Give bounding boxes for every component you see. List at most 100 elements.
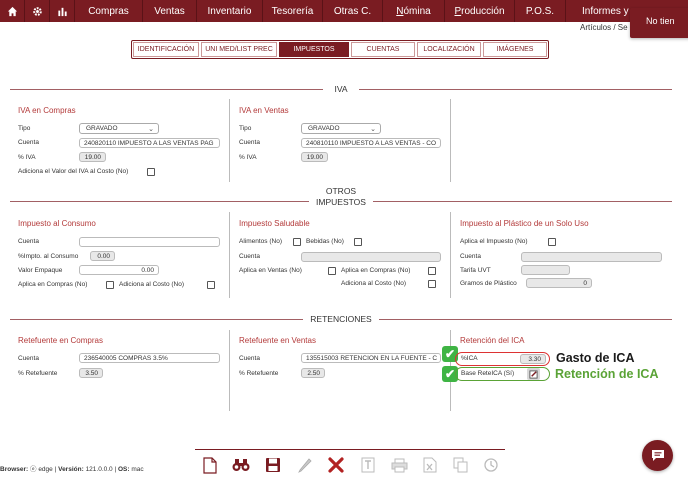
saludable-adiciona-costo-checkbox[interactable]: [428, 280, 436, 288]
text-button[interactable]: [359, 456, 377, 474]
top-navbar: Compras Ventas Inventario Tesorería Otra…: [0, 0, 688, 22]
consumo-aplica-compras-checkbox[interactable]: [106, 281, 114, 289]
nav-tesoreria[interactable]: Tesorería: [263, 0, 323, 22]
iva-column-divider-2: [450, 99, 451, 182]
consumo-adiciona-costo-checkbox[interactable]: [207, 281, 215, 289]
nav-otras-c[interactable]: Otras C.: [323, 0, 383, 22]
retefuente-compras-cuenta-label: Cuenta: [18, 355, 39, 362]
consumo-pimpto-field[interactable]: 0.00: [90, 251, 115, 261]
tab-uni-med-list-prec[interactable]: UNI MED/LIST PREC: [201, 42, 277, 57]
retefuente-ventas-title: Retefuente en Ventas: [239, 336, 316, 345]
retefuente-compras-pret-label: % Retefuente: [18, 370, 58, 377]
retefuente-ventas-cuenta-field[interactable]: 135515003 RETENCION EN LA FUENTE - C: [301, 353, 441, 363]
nav-pos[interactable]: P.O.S.: [515, 0, 566, 22]
save-button[interactable]: [264, 456, 282, 474]
print-button[interactable]: [390, 456, 408, 474]
ica-pica-field[interactable]: 3.30: [520, 354, 546, 364]
saludable-aplica-ventas-checkbox[interactable]: [328, 267, 336, 275]
iva-ventas-cuenta-field[interactable]: 240810110 IMPUESTO A LAS VENTAS - CO: [301, 138, 441, 148]
plastico-gramos-label: Gramos de Plástico: [460, 280, 517, 287]
edit-icon: [298, 458, 312, 473]
consumo-pimpto-label: %Impto. al Consumo: [18, 253, 79, 260]
annotation-gasto-ica: Gasto de ICA: [556, 351, 635, 365]
annotation-retencion-ica: Retención de ICA: [555, 367, 659, 381]
nav-compras[interactable]: Compras: [75, 0, 143, 22]
iva-compras-adiciona-checkbox[interactable]: [147, 168, 155, 176]
otros-column-divider-1: [229, 212, 230, 298]
ica-title: Retención del ICA: [460, 336, 525, 345]
consumo-adiciona-costo-label: Adiciona al Costo (No): [119, 281, 185, 288]
saludable-title: Impuesto Saludable: [239, 219, 310, 228]
new-button[interactable]: [201, 456, 219, 474]
home-button[interactable]: [0, 0, 25, 22]
plastico-gramos-field[interactable]: 0: [526, 278, 592, 288]
section-otros-impuestos-title: OTROS IMPUESTOS: [309, 186, 373, 208]
iva-compras-tipo-select[interactable]: GRAVADO ⌄: [79, 123, 159, 134]
saludable-aplica-compras-checkbox[interactable]: [428, 267, 436, 275]
excel-icon: [423, 457, 437, 473]
nav-informes[interactable]: Informes y: [566, 0, 638, 22]
new-document-icon: [203, 456, 217, 474]
consumo-cuenta-label: Cuenta: [18, 238, 39, 245]
nav-inventario[interactable]: Inventario: [197, 0, 263, 22]
chat-button[interactable]: [642, 440, 673, 471]
iva-compras-piva-label: % IVA: [18, 154, 36, 161]
section-retenciones-title: RETENCIONES: [303, 314, 379, 324]
search-button[interactable]: [232, 456, 250, 474]
iva-compras-title: IVA en Compras: [18, 106, 76, 115]
section-iva-title: IVA: [323, 84, 359, 94]
plastico-tarifa-field[interactable]: [521, 265, 570, 275]
retefuente-compras-title: Retefuente en Compras: [18, 336, 103, 345]
consumo-cuenta-field[interactable]: [79, 237, 220, 247]
ret-column-divider-1: [229, 330, 230, 411]
history-button[interactable]: [482, 456, 500, 474]
delete-icon: [328, 457, 344, 473]
chevron-down-icon: ⌄: [370, 126, 376, 133]
saludable-alimentos-label: Alimentos (No): [239, 238, 282, 245]
edit-button[interactable]: [296, 456, 314, 474]
delete-button[interactable]: [327, 456, 345, 474]
retefuente-compras-cuenta-field[interactable]: 236540005 COMPRAS 3.5%: [79, 353, 220, 363]
excel-button[interactable]: [421, 456, 439, 474]
retefuente-compras-pret-field[interactable]: 3.50: [79, 368, 103, 378]
iva-ventas-tipo-select[interactable]: GRAVADO ⌄: [301, 123, 381, 134]
consumo-empaque-field[interactable]: 0.00: [79, 265, 159, 275]
saludable-alimentos-checkbox[interactable]: [293, 238, 301, 246]
nav-nomina[interactable]: Nómina: [383, 0, 445, 22]
iva-compras-cuenta-field[interactable]: 240820110 IMPUESTO A LAS VENTAS PAG: [79, 138, 220, 148]
iva-compras-adiciona-label: Adiciona el Valor del IVA al Costo (No): [18, 168, 129, 175]
saludable-bebidas-checkbox[interactable]: [354, 238, 362, 246]
copy-button[interactable]: [451, 456, 469, 474]
ica-pica-label: %ICA: [461, 355, 478, 362]
plastico-cuenta-field[interactable]: [521, 252, 662, 262]
history-icon: [484, 458, 498, 472]
iva-ventas-tipo-label: Tipo: [239, 125, 252, 132]
edge-icon: ⓔ: [30, 466, 37, 473]
saludable-cuenta-field[interactable]: [301, 252, 441, 262]
toolbar-divider: [195, 449, 505, 450]
notice-popup: No tien: [630, 8, 688, 38]
plastico-tarifa-label: Tarifa UVT: [460, 267, 491, 274]
iva-ventas-piva-field[interactable]: 19.00: [301, 152, 328, 162]
tab-localizacion[interactable]: LOCALIZACIÓN: [417, 42, 481, 57]
tab-imagenes[interactable]: IMÁGENES: [483, 42, 547, 57]
binoculars-icon: [232, 459, 250, 471]
settings-button[interactable]: [25, 0, 50, 22]
reports-button[interactable]: [50, 0, 75, 22]
iva-ventas-piva-label: % IVA: [239, 154, 257, 161]
retefuente-ventas-pret-field[interactable]: 2.50: [301, 368, 325, 378]
ica-base-checkbox[interactable]: [527, 368, 540, 380]
ica-base-label: Base ReteICA (Sí): [461, 370, 515, 377]
nav-ventas[interactable]: Ventas: [143, 0, 197, 22]
nav-produccion[interactable]: Producción: [445, 0, 515, 22]
tab-impuestos[interactable]: IMPUESTOS: [279, 42, 349, 57]
iva-compras-piva-field[interactable]: 19.00: [79, 152, 106, 162]
tab-cuentas[interactable]: CUENTAS: [351, 42, 415, 57]
saludable-cuenta-label: Cuenta: [239, 253, 260, 260]
iva-compras-cuenta-label: Cuenta: [18, 139, 39, 146]
retefuente-ventas-pret-label: % Retefuente: [239, 370, 279, 377]
saludable-aplica-compras-label: Aplica en Compras (No): [341, 267, 411, 274]
tab-identificacion[interactable]: IDENTIFICACIÓN: [133, 42, 199, 57]
plastico-aplica-checkbox[interactable]: [548, 238, 556, 246]
bar-chart-icon: [57, 7, 67, 16]
